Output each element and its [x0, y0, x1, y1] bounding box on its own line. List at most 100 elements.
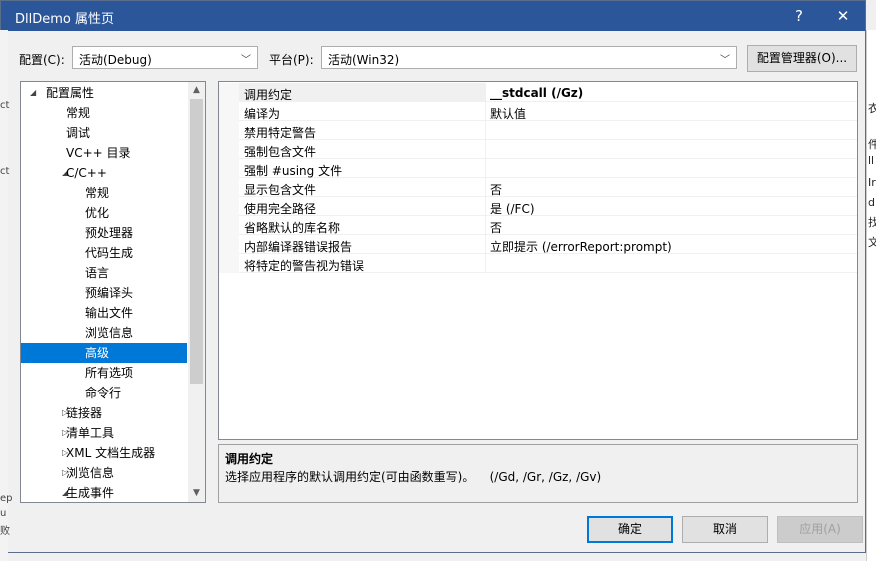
property-name: 禁用特定警告	[244, 126, 317, 140]
property-value[interactable]: 立即提示 (/errorReport:prompt)	[490, 238, 672, 255]
property-value[interactable]: 否	[490, 181, 502, 198]
bg-fragment: ll	[868, 154, 875, 167]
property-value[interactable]: __stdcall (/Gz)	[490, 86, 583, 100]
ok-button[interactable]: 确定	[587, 516, 673, 543]
close-button[interactable]: ✕	[821, 1, 865, 31]
column-divider	[485, 178, 486, 197]
tree-item[interactable]: 常规	[21, 183, 187, 203]
tree-item-label: 代码生成	[85, 246, 134, 260]
platform-dropdown-value: 活动(Win32)	[328, 53, 400, 67]
bg-fragment: 找	[868, 216, 876, 229]
background-window-right: 衣 件 ll Ir d 找 文	[866, 30, 876, 561]
tree-item[interactable]: 优化	[21, 203, 187, 223]
bg-fragment: ct	[0, 100, 10, 111]
row-margin	[219, 121, 239, 140]
tree-item[interactable]: 高级	[21, 343, 187, 363]
property-row[interactable]: 强制包含文件	[219, 140, 857, 159]
tree-item[interactable]: 预处理器	[21, 223, 187, 243]
property-row[interactable]: 将特定的警告视为错误	[219, 254, 857, 273]
property-value[interactable]: 否	[490, 219, 502, 236]
tree-item[interactable]: 命令行	[21, 383, 187, 403]
tree-item[interactable]: ▷ 链接器	[21, 403, 187, 423]
tree-item-label: 浏览信息	[66, 466, 115, 480]
property-name: 内部编译器错误报告	[244, 240, 353, 254]
property-row[interactable]: 内部编译器错误报告 立即提示 (/errorReport:prompt)	[219, 235, 857, 254]
cancel-button[interactable]: 取消	[682, 516, 768, 543]
config-label: 配置(C):	[19, 53, 65, 67]
tree-item-label: 输出文件	[85, 306, 134, 320]
row-margin	[219, 83, 239, 102]
scroll-up-icon[interactable]: ▲	[188, 82, 205, 99]
row-margin	[219, 254, 239, 273]
help-button[interactable]: ?	[777, 1, 821, 31]
tree-item-label: 高级	[85, 346, 110, 360]
chevron-down-icon: ﹀	[720, 55, 730, 66]
tree-item[interactable]: 常规	[21, 103, 187, 123]
tree-item[interactable]: VC++ 目录	[21, 143, 187, 163]
bg-fragment: 文	[868, 236, 876, 249]
tree-item[interactable]: ◢ 配置属性	[21, 83, 187, 103]
row-margin	[219, 102, 239, 121]
config-dropdown[interactable]: 活动(Debug) ﹀	[72, 46, 258, 69]
property-name: 强制包含文件	[244, 145, 317, 159]
property-row[interactable]: 禁用特定警告	[219, 121, 857, 140]
property-tree[interactable]: ◢ 配置属性 常规 调试 VC++ 目录 ◢ C/C++ 常规 优化 预处理器 代码生成 语言 预编译头…	[20, 81, 206, 503]
property-name: 编译为	[244, 107, 281, 121]
property-name: 显示包含文件	[244, 183, 317, 197]
tree-item[interactable]: ▷ XML 文档生成器	[21, 443, 187, 463]
bg-fragment: ep	[0, 493, 13, 504]
tree-scrollbar[interactable]: ▲ ▼	[188, 82, 205, 502]
row-margin	[219, 235, 239, 254]
window-title: DllDemo 属性页	[15, 12, 114, 27]
collapse-arrow-icon[interactable]: ◢	[30, 83, 36, 103]
tree-item-label: 调试	[66, 126, 91, 140]
property-grid[interactable]: 调用约定 __stdcall (/Gz) 编译为 默认值禁用特定警告 强制包含文件强制 …	[218, 81, 858, 440]
scrollbar-thumb[interactable]	[190, 99, 203, 384]
row-margin	[219, 178, 239, 197]
tree-item-label: 生成事件	[66, 486, 115, 500]
column-divider	[485, 197, 486, 216]
tree-item[interactable]: 预编译头	[21, 283, 187, 303]
property-value[interactable]: 是 (/FC)	[490, 200, 535, 217]
tree-item[interactable]: 浏览信息	[21, 323, 187, 343]
tree-item-label: 常规	[66, 106, 91, 120]
platform-dropdown[interactable]: 活动(Win32) ﹀	[321, 46, 737, 69]
property-row[interactable]: 强制 #using 文件	[219, 159, 857, 178]
property-row[interactable]: 调用约定 __stdcall (/Gz)	[219, 83, 857, 102]
tree-item[interactable]: ◢ 生成事件	[21, 483, 187, 502]
tree-item[interactable]: 调试	[21, 123, 187, 143]
tree-item-label: XML 文档生成器	[66, 446, 156, 460]
row-margin	[219, 197, 239, 216]
property-value[interactable]: 默认值	[490, 105, 526, 122]
property-row[interactable]: 省略默认的库名称 否	[219, 216, 857, 235]
property-name: 将特定的警告视为错误	[244, 259, 365, 273]
tree-item[interactable]: ▷ 清单工具	[21, 423, 187, 443]
tree-item-label: 预编译头	[85, 286, 134, 300]
scroll-down-icon[interactable]: ▼	[188, 485, 205, 502]
column-divider	[485, 159, 486, 178]
column-divider	[485, 235, 486, 254]
bg-fragment: 败	[0, 526, 10, 537]
property-row[interactable]: 使用完全路径 是 (/FC)	[219, 197, 857, 216]
column-divider	[485, 254, 486, 273]
tree-item-label: 配置属性	[46, 86, 95, 100]
tree-item[interactable]: ◢ C/C++	[21, 163, 187, 183]
tree-item[interactable]: 语言	[21, 263, 187, 283]
property-row[interactable]: 编译为 默认值	[219, 102, 857, 121]
description-title: 调用约定	[225, 452, 274, 466]
tree-item[interactable]: 代码生成	[21, 243, 187, 263]
tree-item[interactable]: 所有选项	[21, 363, 187, 383]
tree-item[interactable]: ▷ 浏览信息	[21, 463, 187, 483]
property-name: 强制 #using 文件	[244, 164, 343, 178]
property-name: 调用约定	[244, 88, 293, 102]
property-row[interactable]: 显示包含文件 否	[219, 178, 857, 197]
bg-fragment: 衣	[868, 102, 876, 115]
bg-fragment: u	[0, 508, 7, 519]
tree-item-label: 常规	[85, 186, 110, 200]
tree-item[interactable]: 输出文件	[21, 303, 187, 323]
tree-item-label: 预处理器	[85, 226, 134, 240]
apply-button[interactable]: 应用(A)	[777, 516, 863, 543]
bg-fragment: d	[868, 196, 875, 209]
title-bar[interactable]: DllDemo 属性页 ? ✕	[1, 1, 865, 31]
config-manager-button[interactable]: 配置管理器(O)...	[747, 45, 857, 72]
